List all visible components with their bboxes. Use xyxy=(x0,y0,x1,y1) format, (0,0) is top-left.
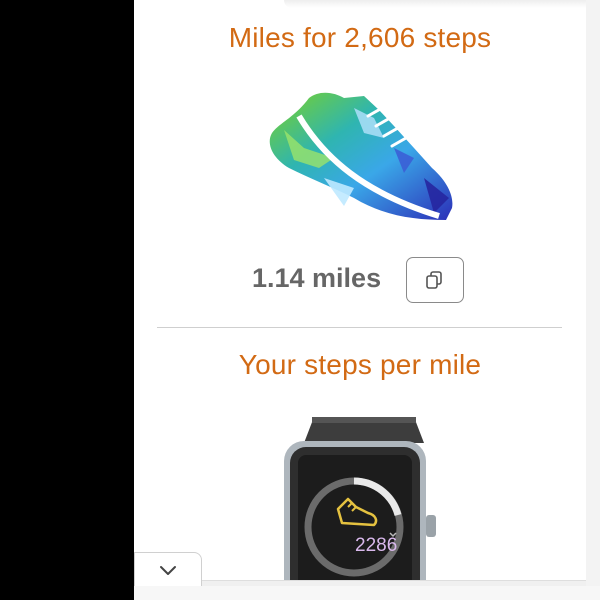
steps-per-mile-heading: Your steps per mile xyxy=(238,349,482,380)
running-shoe-icon xyxy=(269,92,453,220)
miles-result: 1.14 miles xyxy=(252,263,382,293)
result-row: 1.14 miles xyxy=(134,255,586,305)
watch-graphic xyxy=(284,417,436,600)
copy-button[interactable] xyxy=(406,257,464,303)
smartwatch-icon: 2286 xyxy=(284,415,444,600)
bottom-edge-strip xyxy=(134,586,600,600)
copy-icon xyxy=(426,271,442,289)
top-edge-shadow xyxy=(284,0,586,8)
miles-heading: Miles for 2,606 steps xyxy=(228,22,492,53)
content-panel: Miles for 2,606 steps 1.14 miles Your st… xyxy=(134,0,586,600)
chevron-down-icon xyxy=(160,566,176,575)
collapse-tab-button[interactable] xyxy=(134,552,202,586)
section-divider xyxy=(157,327,562,328)
right-edge-strip xyxy=(586,0,600,600)
watch-step-count: 2286 xyxy=(355,535,398,556)
app-screen: Miles for 2,606 steps 1.14 miles Your st… xyxy=(0,0,600,600)
